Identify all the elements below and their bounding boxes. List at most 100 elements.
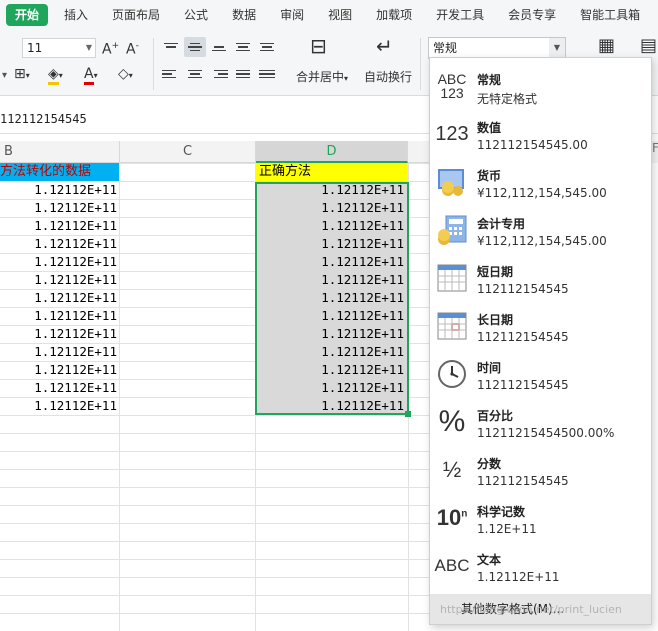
- cell-b1[interactable]: 方法转化的数据: [0, 163, 119, 181]
- format-option-2[interactable]: 货币 ¥112,112,154,545.00: [430, 158, 651, 206]
- align-right-icon[interactable]: [208, 64, 230, 84]
- tab-addins[interactable]: 加载项: [364, 0, 424, 30]
- cell-d1[interactable]: 正确方法: [256, 163, 408, 181]
- border-icon[interactable]: ⊞▾: [14, 66, 30, 84]
- justify-icon[interactable]: [232, 64, 254, 84]
- fill-color-icon[interactable]: ◈▾: [48, 66, 63, 85]
- format-option-example: ¥112,112,154,545.00: [477, 234, 607, 248]
- column-header-e[interactable]: [408, 141, 430, 163]
- gridline: [0, 595, 430, 596]
- merge-center-button[interactable]: 合并居中▾: [296, 68, 348, 85]
- format-option-9[interactable]: 10n 科学记数 1.12E+11: [430, 494, 651, 542]
- align-bottom-icon[interactable]: [208, 37, 230, 57]
- ribbon-divider: [153, 38, 154, 90]
- format-option-0[interactable]: ABC 123 常规无特定格式: [430, 62, 651, 110]
- tab-formulas[interactable]: 公式: [172, 0, 220, 30]
- cell-b-value[interactable]: 1.12112E+11: [0, 271, 117, 289]
- format-option-name: 会计专用: [477, 217, 526, 231]
- format-option-name: 文本: [477, 553, 502, 567]
- cell-style-icon[interactable]: ▤: [640, 37, 657, 55]
- format-option-4[interactable]: 短日期 112112154545: [430, 254, 651, 302]
- format-option-6[interactable]: 时间 112112154545: [430, 350, 651, 398]
- format-option-name: 短日期: [477, 265, 514, 279]
- decrease-font-icon[interactable]: A-: [126, 38, 139, 58]
- format-option-example: 11211215454500.00%: [477, 426, 615, 440]
- format-option-example: 112112154545: [477, 282, 569, 296]
- cell-b-value[interactable]: 1.12112E+11: [0, 217, 117, 235]
- format-option-1[interactable]: 123 数值 112112154545.00: [430, 110, 651, 158]
- cell-b-value[interactable]: 1.12112E+11: [0, 181, 117, 199]
- cell-b-value[interactable]: 1.12112E+11: [0, 397, 117, 415]
- wrap-text-button[interactable]: 自动换行: [364, 68, 412, 85]
- menu-bar: 开始 插入 页面布局 公式 数据 审阅 视图 加载项 开发工具 会员专享 智能工…: [0, 0, 658, 30]
- chevron-down-icon: ▼: [85, 43, 92, 52]
- gridline: [0, 559, 430, 560]
- increase-indent-icon[interactable]: [256, 37, 278, 57]
- cell-b-value[interactable]: 1.12112E+11: [0, 235, 117, 253]
- format-option-example: 1.12E+11: [477, 522, 537, 536]
- font-size-select[interactable]: 11 ▼: [22, 38, 96, 58]
- tab-page-layout[interactable]: 页面布局: [100, 0, 172, 30]
- gridline: [0, 523, 430, 524]
- gridline: [0, 541, 430, 542]
- font-color-icon[interactable]: A▾: [84, 66, 98, 85]
- format-option-name: 分数: [477, 457, 502, 471]
- sheet-grid[interactable]: B C D 1.12112E+11 1.12112E+11 1.12112E+11 1…: [0, 141, 430, 631]
- increase-font-icon[interactable]: A+: [102, 38, 119, 58]
- tab-developer[interactable]: 开发工具: [424, 0, 496, 30]
- cell-b-value[interactable]: 1.12112E+11: [0, 379, 117, 397]
- column-header-b[interactable]: B: [0, 141, 120, 163]
- distributed-icon[interactable]: [256, 64, 278, 84]
- tab-view[interactable]: 视图: [316, 0, 364, 30]
- cell-b-value[interactable]: 1.12112E+11: [0, 253, 117, 271]
- text-format-icon: ABC: [434, 556, 470, 575]
- gridline: [0, 487, 430, 488]
- column-header-c[interactable]: C: [120, 141, 256, 163]
- cell-b-value[interactable]: 1.12112E+11: [0, 325, 117, 343]
- tab-smart-toolbox[interactable]: 智能工具箱: [568, 0, 652, 30]
- tab-membership[interactable]: 会员专享: [496, 0, 568, 30]
- tab-home[interactable]: 开始: [6, 4, 49, 26]
- tab-data[interactable]: 数据: [220, 0, 268, 30]
- decrease-indent-icon[interactable]: [232, 37, 254, 57]
- format-option-example: 无特定格式: [477, 92, 538, 106]
- scientific-icon: 10n: [436, 505, 468, 530]
- format-option-name: 常规: [477, 73, 502, 87]
- cell-b-value[interactable]: 1.12112E+11: [0, 361, 117, 379]
- format-option-3[interactable]: 会计专用 ¥112,112,154,545.00: [430, 206, 651, 254]
- format-option-10[interactable]: ABC 文本 1.12112E+11: [430, 542, 651, 590]
- align-top-icon[interactable]: [160, 37, 182, 57]
- cell-b-value[interactable]: 1.12112E+11: [0, 307, 117, 325]
- table-style-icon[interactable]: ▦: [598, 37, 615, 55]
- number-format-select[interactable]: 常规 ▼: [428, 37, 566, 59]
- cell-b-value[interactable]: 1.12112E+11: [0, 199, 117, 217]
- long-date-icon: [435, 308, 469, 344]
- currency-format-icon: [435, 164, 469, 200]
- format-option-8[interactable]: ½ 分数 112112154545: [430, 446, 651, 494]
- formula-value[interactable]: 112112154545: [0, 112, 87, 126]
- merge-center-icon[interactable]: ⊟: [310, 36, 327, 56]
- clear-format-icon[interactable]: ◇▾: [118, 66, 133, 84]
- tab-review[interactable]: 审阅: [268, 0, 316, 30]
- tab-insert[interactable]: 插入: [52, 0, 100, 30]
- format-option-name: 科学记数: [477, 505, 526, 519]
- format-option-7[interactable]: % 百分比 11211215454500.00%: [430, 398, 651, 446]
- column-header-f[interactable]: F: [652, 141, 658, 163]
- border-dropdown-icon[interactable]: ▾: [2, 68, 7, 84]
- format-option-example: 112112154545: [477, 378, 569, 392]
- cell-b-value[interactable]: 1.12112E+11: [0, 343, 117, 361]
- align-middle-icon[interactable]: [184, 37, 206, 57]
- fraction-icon: ½: [442, 457, 462, 482]
- percent-icon: %: [438, 405, 466, 438]
- format-option-example: ¥112,112,154,545.00: [477, 186, 607, 200]
- fill-handle[interactable]: [405, 411, 411, 417]
- align-left-icon[interactable]: [160, 64, 182, 84]
- align-center-icon[interactable]: [184, 64, 206, 84]
- gridline: [0, 469, 430, 470]
- format-option-example: 112112154545.00: [477, 138, 588, 152]
- format-option-5[interactable]: 长日期 112112154545: [430, 302, 651, 350]
- column-header-d[interactable]: D: [256, 141, 408, 163]
- cell-b-value[interactable]: 1.12112E+11: [0, 289, 117, 307]
- general-format-icon: ABC 123: [437, 71, 467, 101]
- wrap-text-icon[interactable]: ↵: [376, 36, 393, 56]
